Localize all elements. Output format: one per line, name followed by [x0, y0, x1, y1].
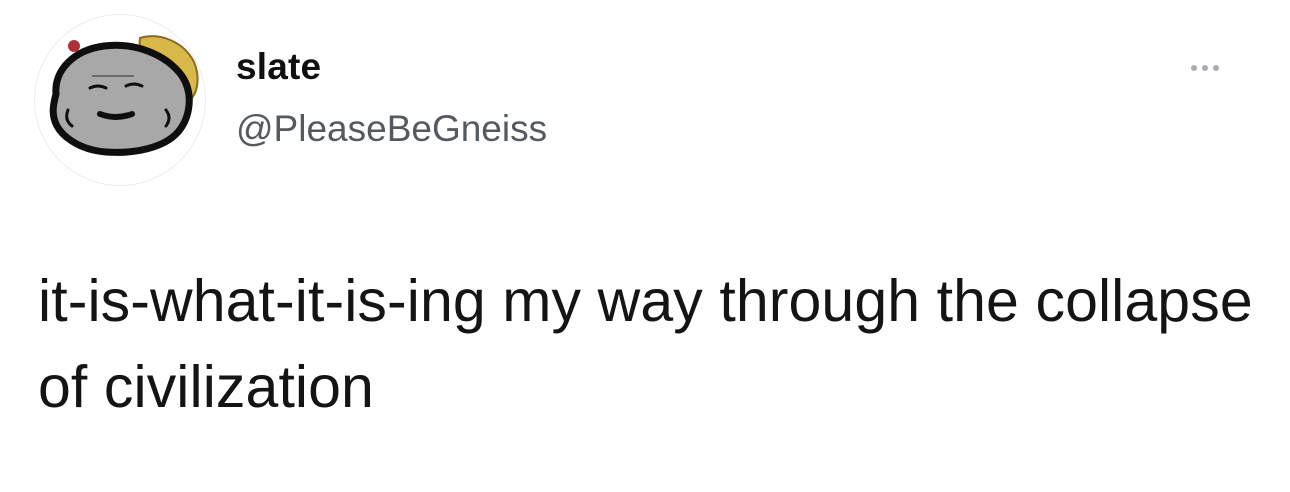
more-horizontal-icon-dot [1213, 65, 1219, 71]
author-handle[interactable]: @PleaseBeGneiss [236, 108, 547, 150]
rock-face-avatar-icon [49, 35, 199, 156]
more-horizontal-icon [1191, 65, 1197, 71]
author-avatar[interactable] [34, 14, 206, 186]
more-horizontal-icon-dot [1202, 65, 1208, 71]
author-display-name[interactable]: slate [236, 46, 321, 88]
tweet-card: slate @PleaseBeGneiss it-is-what-it-is-i… [0, 0, 1290, 492]
tweet-text: it-is-what-it-is-ing my way through the … [38, 268, 1253, 420]
more-options-button[interactable] [1180, 56, 1230, 80]
